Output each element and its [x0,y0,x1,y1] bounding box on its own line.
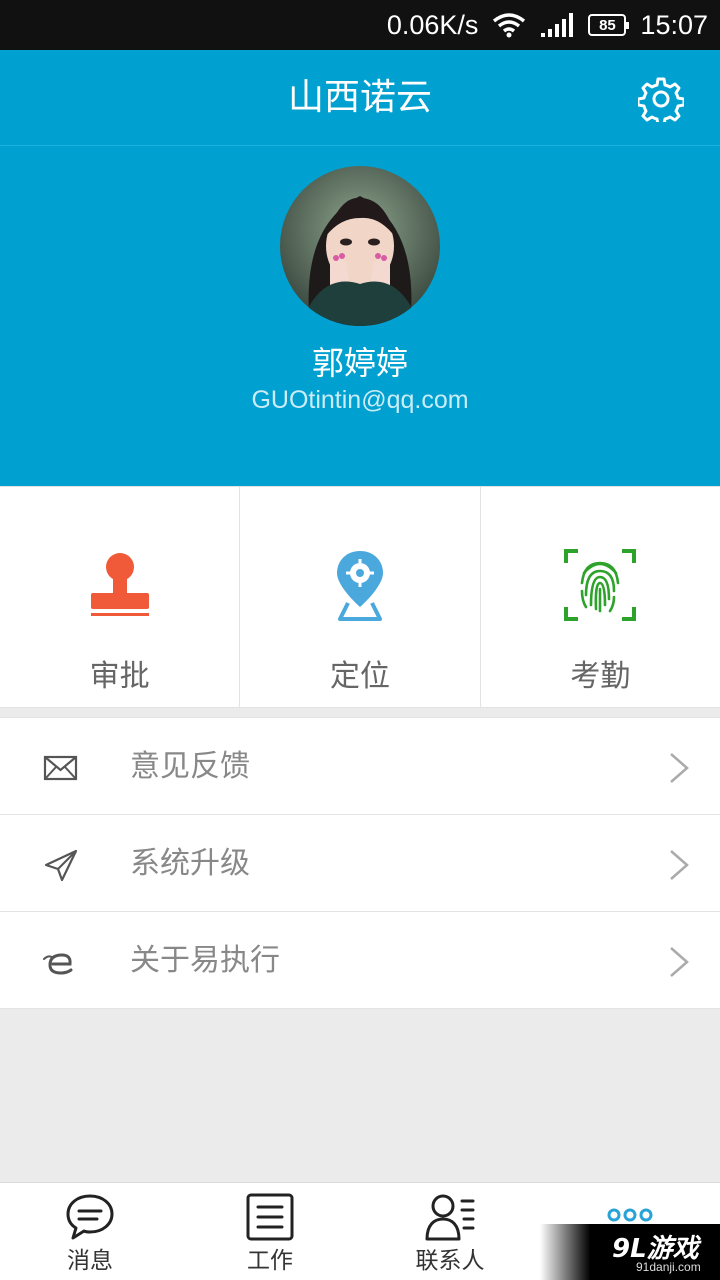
profile-section: 郭婷婷 GUOtintin@qq.com [0,146,720,486]
watermark: 9L游戏 91danji.com [540,1224,720,1280]
tab-label: 工作 [247,1248,293,1274]
chevron-right-icon [668,946,690,978]
chevron-right-icon [668,849,690,881]
tab-label: 联系人 [415,1248,485,1274]
contacts-icon [424,1191,476,1243]
battery-icon: 85 [588,14,630,36]
signal-icon [540,12,574,38]
approval-label: 审批 [89,659,150,694]
watermark-url: 91danji.com [636,1260,701,1274]
stamp-icon [80,545,160,625]
gear-icon[interactable] [636,76,686,127]
battery-level: 85 [588,14,630,36]
location-pin-icon [320,545,400,625]
wifi-icon [492,12,526,38]
avatar[interactable] [280,166,440,326]
location-label: 定位 [329,659,390,694]
app-title: 山西诺云 [287,77,432,118]
clock: 15:07 [640,9,708,40]
about-item[interactable]: 关于易执行 [0,911,720,1009]
tab-label: 消息 [67,1248,113,1274]
attendance-label: 考勤 [570,659,631,694]
status-bar: 0.06K/s 85 15:07 [0,0,720,50]
system-upgrade-label: 系统升级 [130,846,250,881]
tab-messages[interactable]: 消息 [0,1183,180,1280]
document-list-icon [244,1191,296,1243]
feedback-item[interactable]: 意见反馈 [0,717,720,815]
quick-actions-grid: 审批 定位 考勤 [0,486,720,708]
chat-bubble-icon [64,1191,116,1243]
envelope-icon [42,751,80,785]
tab-contacts[interactable]: 联系人 [360,1183,540,1280]
attendance-button[interactable]: 考勤 [481,487,720,707]
app-header: 山西诺云 [0,50,720,146]
tab-work[interactable]: 工作 [180,1183,360,1280]
settings-menu: 意见反馈 系统升级 关于易执行 [0,717,720,1009]
approval-button[interactable]: 审批 [0,487,241,707]
user-email: GUOtintin@qq.com [251,386,469,414]
network-speed: 0.06K/s [386,9,479,40]
fingerprint-icon [560,545,640,625]
feedback-label: 意见反馈 [130,749,250,784]
user-name: 郭婷婷 [311,344,408,382]
system-upgrade-item[interactable]: 系统升级 [0,814,720,912]
paper-plane-icon [42,848,80,882]
screen: 0.06K/s 85 15:07 山西诺云 郭婷婷 GUOtintin@qq.c… [0,0,720,1280]
about-label: 关于易执行 [130,943,280,978]
e-logo-icon [42,945,80,979]
location-button[interactable]: 定位 [240,487,481,707]
chevron-right-icon [668,752,690,784]
